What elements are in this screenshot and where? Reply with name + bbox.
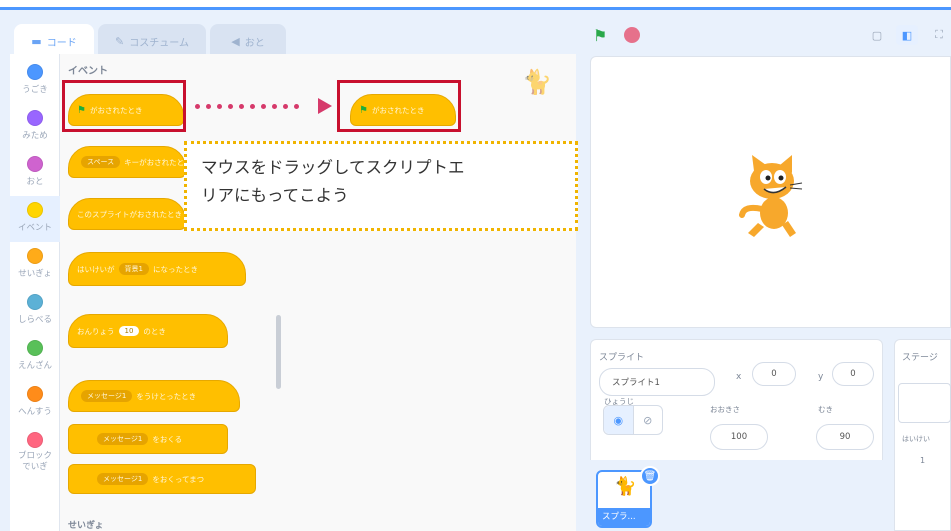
category-sound[interactable]: おと (10, 150, 60, 196)
events-dot-icon (27, 202, 43, 218)
category-motion-label: うごき (22, 85, 48, 95)
trash-icon[interactable]: 🗑 (640, 466, 660, 486)
direction-field[interactable]: 90 (816, 424, 874, 450)
direction-label: むき (818, 405, 833, 414)
sprite-label: スプライト (599, 353, 645, 363)
category-operators[interactable]: えんざん (10, 334, 60, 380)
category-motion[interactable]: うごき (10, 58, 60, 104)
highlight-box-target (337, 80, 461, 132)
broadcast-and-wait-block[interactable]: メッセージ1 をおくってまつ (68, 464, 256, 494)
category-my-blocks-label: ブロックでいぎ (17, 451, 52, 472)
when-key-pressed-block[interactable]: スペース キーがおされたとき (68, 146, 186, 178)
category-events-label: イベント (17, 223, 52, 233)
motion-dot-icon (27, 64, 43, 80)
backdrops-count: 1 (920, 456, 926, 465)
tab-sounds-label: おと (244, 37, 265, 49)
callout-line-1: マウスをドラッグしてスクリプトエ (201, 158, 465, 177)
show-eye-icon[interactable]: ◉ (604, 406, 634, 434)
highlight-box-source (62, 80, 186, 132)
stop-icon[interactable] (624, 27, 640, 43)
block-label-suffix: になったとき (152, 264, 198, 274)
sprite-thumbnail-cat-icon: 🐈 (614, 476, 637, 497)
sensing-dot-icon (27, 294, 43, 310)
loudness-value-input[interactable]: 10 (118, 326, 140, 336)
sprite-corner-cat-icon: 🐈 (522, 68, 552, 96)
category-sensing-label: しらべる (17, 315, 52, 325)
control-dot-icon (27, 248, 43, 264)
block-label: このスプライトがおされたとき (77, 209, 182, 219)
backdrops-label: はいけい (902, 435, 930, 443)
block-label-suffix: をうけとったとき (136, 391, 197, 401)
block-label-suffix: のとき (143, 326, 166, 336)
drag-arrow-dots (195, 104, 299, 109)
backdrop-dropdown[interactable]: 背景1 (118, 263, 149, 275)
y-position-field[interactable]: 0 (832, 362, 874, 386)
tab-code[interactable]: ▬ コード (14, 24, 94, 58)
when-receive-block[interactable]: メッセージ1 をうけとったとき (68, 380, 240, 412)
tab-code-label: コード (46, 37, 77, 49)
block-label-suffix: をおくってまつ (152, 474, 205, 484)
y-label: y (818, 372, 824, 382)
category-sound-label: おと (26, 177, 44, 187)
category-looks-label: みため (22, 131, 48, 141)
category-my-blocks[interactable]: ブロックでいぎ (10, 426, 60, 486)
scratch-cat-sprite[interactable] (736, 153, 806, 239)
category-variables[interactable]: へんすう (10, 380, 60, 426)
sprite-name-field[interactable]: スプライト1 (599, 368, 715, 396)
category-events[interactable]: イベント (10, 196, 60, 242)
menu-bar (0, 0, 951, 10)
operators-dot-icon (27, 340, 43, 356)
category-looks[interactable]: みため (10, 104, 60, 150)
size-field[interactable]: 100 (710, 424, 768, 450)
category-sensing[interactable]: しらべる (10, 288, 60, 334)
sprite-tile-label: スプラ... (598, 508, 650, 526)
hide-eye-icon[interactable]: ⊘ (634, 406, 663, 434)
when-backdrop-switches-block[interactable]: はいけいが 背景1 になったとき (68, 252, 246, 286)
category-variables-label: へんすう (18, 407, 52, 417)
broadcast-block[interactable]: メッセージ1 をおくる (68, 424, 228, 454)
variables-dot-icon (27, 386, 43, 402)
sound-dot-icon (27, 156, 43, 172)
visibility-toggle: ◉ ⊘ (603, 405, 663, 435)
speaker-icon: ◀ (231, 34, 240, 48)
x-position-field[interactable]: 0 (752, 362, 796, 386)
callout-line-2: リアにもってこよう (201, 186, 349, 205)
instruction-callout: マウスをドラッグしてスクリプトエ リアにもってこよう (184, 141, 578, 231)
palette-section-events: イベント (68, 66, 108, 77)
key-dropdown[interactable]: スペース (81, 156, 121, 168)
tab-costumes-label: コスチューム (129, 37, 189, 49)
message-dropdown[interactable]: メッセージ1 (97, 433, 149, 445)
tab-costumes[interactable]: ✎ コスチューム (98, 24, 206, 58)
fullscreen-icon[interactable]: ⛶ (928, 25, 950, 45)
stage-thumbnail[interactable] (898, 383, 951, 423)
code-icon: ▬ (31, 34, 42, 48)
my-blocks-dot-icon (27, 432, 43, 448)
looks-dot-icon (27, 110, 43, 126)
brush-icon: ✎ (115, 34, 125, 48)
category-operators-label: えんざん (17, 361, 52, 371)
small-stage-icon[interactable]: ▢ (866, 25, 888, 45)
stage-panel-title: ステージ (902, 353, 938, 363)
size-label: おおきさ (710, 405, 740, 414)
x-label: x (736, 372, 742, 382)
block-label: キーがおされたとき (124, 157, 186, 167)
large-stage-icon[interactable]: ◧ (896, 25, 918, 45)
block-label: はいけいが (77, 264, 115, 274)
palette-section-control: せいぎょ (68, 521, 104, 531)
green-flag-icon[interactable]: ⚑ (593, 26, 607, 45)
category-control[interactable]: せいぎょ (10, 242, 60, 288)
block-label-suffix: をおくる (152, 434, 183, 444)
block-label: おんりょう (77, 326, 115, 336)
message-dropdown[interactable]: メッセージ1 (97, 473, 149, 485)
category-control-label: せいぎょ (18, 269, 52, 279)
message-dropdown[interactable]: メッセージ1 (81, 390, 133, 402)
scratch-editor: ▬ コード ✎ コスチューム ◀ おと うごき みため おと イベント せいぎょ (0, 0, 951, 531)
arrow-right-icon (318, 98, 332, 114)
palette-scrollbar[interactable] (276, 315, 281, 389)
category-menu: うごき みため おと イベント せいぎょ しらべる えんざん へんすう ブロック… (10, 54, 60, 531)
when-loudness-block[interactable]: おんりょう 10 のとき (68, 314, 228, 348)
tab-sounds[interactable]: ◀ おと (210, 24, 286, 58)
when-sprite-clicked-block[interactable]: このスプライトがおされたとき (68, 198, 186, 230)
